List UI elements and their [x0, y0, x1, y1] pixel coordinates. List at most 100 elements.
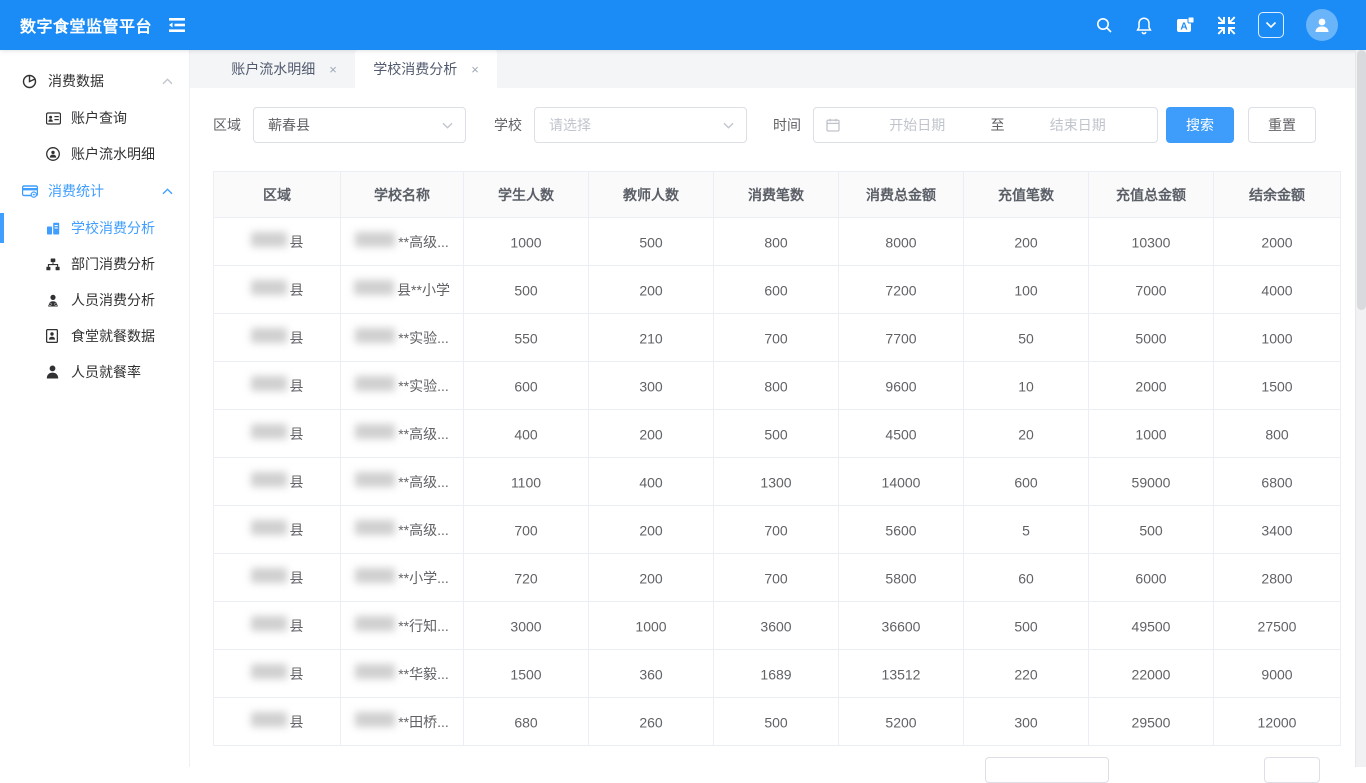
- table-cell: 27500: [1214, 602, 1341, 650]
- calendar-icon: [826, 118, 840, 132]
- sidebar-item-account-flow[interactable]: 账户流水明细: [0, 136, 189, 172]
- table-row: 县**高级...10005008008000200103002000: [214, 218, 1341, 266]
- school-analysis-pane: 区域 蕲春县 学校 请选择 时间: [190, 88, 1366, 746]
- column-header: 消费总金额: [839, 172, 964, 218]
- search-icon[interactable]: [1095, 16, 1113, 34]
- pager-page-size-select[interactable]: [985, 757, 1109, 783]
- top-header-bar: 数字食堂监管平台 A: [0, 0, 1366, 50]
- table-cell: 300: [964, 698, 1089, 746]
- table-cell: 29500: [1089, 698, 1214, 746]
- user-audit-icon: [46, 147, 61, 161]
- table-cell: 300: [589, 362, 714, 410]
- redacted-blur: [355, 712, 395, 727]
- school-select-placeholder: 请选择: [549, 115, 723, 135]
- tab-school-analysis[interactable]: 学校消费分析 ×: [355, 50, 497, 88]
- table-cell: 220: [964, 650, 1089, 698]
- sidebar-item-personnel-analysis[interactable]: 人员消费分析: [0, 282, 189, 318]
- user-avatar-icon[interactable]: [1306, 9, 1338, 41]
- table-cell: **小学...: [341, 554, 464, 602]
- table-cell: 10300: [1089, 218, 1214, 266]
- sidebar-item-label: 账户查询: [71, 108, 127, 128]
- redacted-blur: [355, 424, 395, 439]
- redacted-blur: [251, 664, 287, 679]
- table-cell: 3000: [464, 602, 589, 650]
- table-cell: 14000: [839, 458, 964, 506]
- table-cell: 500: [589, 218, 714, 266]
- table-cell: **高级...: [341, 506, 464, 554]
- time-label: 时间: [773, 115, 801, 135]
- redacted-blur: [355, 472, 395, 487]
- table-cell: **田桥...: [341, 698, 464, 746]
- table-cell: 400: [464, 410, 589, 458]
- table-cell: 360: [589, 650, 714, 698]
- table-cell: **实验...: [341, 314, 464, 362]
- scrollbar-thumb[interactable]: [1357, 50, 1366, 310]
- table-cell: 1000: [1214, 314, 1341, 362]
- sidebar-item-account-query[interactable]: 账户查询: [0, 100, 189, 136]
- tab-label: 学校消费分析: [373, 59, 457, 79]
- id-card-icon: [46, 112, 61, 125]
- sidebar-item-dining-rate[interactable]: 人员就餐率: [0, 354, 189, 390]
- svg-text:A: A: [1180, 22, 1187, 33]
- redacted-blur: [251, 712, 287, 727]
- sidebar-item-department-analysis[interactable]: 部门消费分析: [0, 246, 189, 282]
- bell-icon[interactable]: [1135, 16, 1153, 35]
- table-cell: 1500: [1214, 362, 1341, 410]
- tab-account-flow[interactable]: 账户流水明细 ×: [213, 50, 355, 88]
- school-select[interactable]: 请选择: [534, 107, 747, 143]
- date-range-picker[interactable]: 开始日期 至 结束日期: [813, 107, 1158, 143]
- sidebar-group-consume-data[interactable]: 消费数据: [0, 62, 189, 100]
- table-row: 县**高级...700200700560055003400: [214, 506, 1341, 554]
- page-scrollbar[interactable]: [1355, 50, 1366, 767]
- sidebar-item-label: 部门消费分析: [71, 254, 155, 274]
- table-cell: 6000: [1089, 554, 1214, 602]
- column-header: 充值总金额: [1089, 172, 1214, 218]
- table-cell: 800: [714, 218, 839, 266]
- table-cell: 700: [464, 506, 589, 554]
- sidebar-item-label: 食堂就餐数据: [71, 326, 155, 346]
- table-row: 县**实验...55021070077005050001000: [214, 314, 1341, 362]
- table-cell: 县: [214, 602, 341, 650]
- table-body: 县**高级...10005008008000200103002000县县**小学…: [214, 218, 1341, 746]
- close-icon[interactable]: ×: [471, 63, 479, 76]
- menu-fold-icon[interactable]: [168, 17, 186, 33]
- table-cell: 5: [964, 506, 1089, 554]
- translate-icon[interactable]: A: [1175, 15, 1195, 35]
- start-date-input[interactable]: 开始日期: [848, 115, 987, 135]
- redacted-blur: [251, 520, 287, 535]
- table-cell: 2000: [1089, 362, 1214, 410]
- pager-button[interactable]: [1264, 757, 1320, 783]
- table-cell: 60: [964, 554, 1089, 602]
- table-row: 县**田桥...68026050052003002950012000: [214, 698, 1341, 746]
- region-select[interactable]: 蕲春县: [253, 107, 466, 143]
- table-cell: 700: [714, 554, 839, 602]
- table-cell: 县: [214, 218, 341, 266]
- chevron-up-icon: [162, 78, 173, 85]
- table-cell: 50: [964, 314, 1089, 362]
- chevron-up-icon: [162, 188, 173, 195]
- end-date-input[interactable]: 结束日期: [1009, 115, 1148, 135]
- reset-button[interactable]: 重置: [1248, 107, 1316, 143]
- table-cell: 6800: [1214, 458, 1341, 506]
- table-header-row: 区域 学校名称 学生人数 教师人数 消费笔数 消费总金额 充值笔数 充值总金额 …: [214, 172, 1341, 218]
- table-cell: 8000: [839, 218, 964, 266]
- table-cell: 49500: [1089, 602, 1214, 650]
- sidebar: 消费数据 账户查询 账户流水明细: [0, 50, 190, 767]
- app-title: 数字食堂监管平台: [0, 13, 152, 37]
- table-cell: **高级...: [341, 458, 464, 506]
- school-label: 学校: [494, 115, 522, 135]
- search-button[interactable]: 搜索: [1166, 107, 1234, 143]
- table-cell: 700: [714, 506, 839, 554]
- close-icon[interactable]: ×: [329, 63, 337, 76]
- sidebar-group-consume-stats[interactable]: 消费统计: [0, 172, 189, 210]
- redacted-blur: [355, 376, 395, 391]
- table-row: 县**华毅...1500360168913512220220009000: [214, 650, 1341, 698]
- compress-icon[interactable]: [1217, 16, 1236, 35]
- sidebar-item-school-analysis[interactable]: 学校消费分析: [0, 210, 189, 246]
- person-icon: [46, 365, 61, 379]
- sidebar-item-canteen-data[interactable]: 食堂就餐数据: [0, 318, 189, 354]
- table-cell: 2800: [1214, 554, 1341, 602]
- table-cell: 5000: [1089, 314, 1214, 362]
- chevron-down-icon[interactable]: [1258, 12, 1284, 38]
- filter-bar: 区域 蕲春县 学校 请选择 时间: [213, 107, 1352, 143]
